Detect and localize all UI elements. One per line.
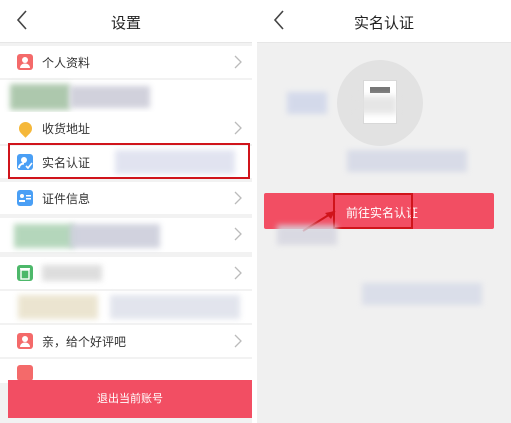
id-card-icon	[17, 190, 33, 206]
settings-item-rate-us[interactable]: 亲，给个好评吧	[0, 325, 252, 357]
person-icon	[17, 54, 33, 70]
pixelated-block	[287, 92, 327, 114]
settings-item-id-info[interactable]: 证件信息	[0, 182, 252, 214]
pixelated-block	[70, 224, 160, 248]
trash-icon	[17, 265, 33, 281]
settings-item-label: 收货地址	[42, 122, 91, 136]
settings-item-profile[interactable]: 个人资料	[0, 46, 252, 78]
pixelated-block	[10, 84, 70, 110]
pixelated-block	[362, 283, 482, 305]
location-pin-icon	[16, 119, 35, 138]
real-name-navbar: 实名认证	[257, 0, 511, 43]
settings-screen: 设置 个人资料 收货地址 实名认证 证件信息 亲，给个好评吧 退出当前账号	[0, 0, 252, 423]
pixelated-block	[347, 150, 467, 172]
person-icon	[17, 333, 33, 349]
pixelated-block	[18, 295, 98, 319]
logout-button[interactable]: 退出当前账号	[8, 380, 252, 418]
settings-item-address[interactable]: 收货地址	[0, 112, 252, 144]
settings-item-label: 证件信息	[42, 192, 91, 206]
info-icon	[17, 365, 33, 381]
highlight-box	[333, 193, 413, 229]
pixelated-block	[14, 224, 74, 248]
chevron-right-icon	[234, 265, 242, 280]
pixelated-block	[110, 295, 240, 319]
chevron-right-icon	[234, 226, 242, 241]
settings-navbar: 设置	[0, 0, 252, 43]
settings-item-obscured[interactable]	[0, 80, 252, 112]
settings-item-label: 亲，给个好评吧	[42, 335, 127, 349]
chevron-right-icon	[234, 120, 242, 135]
pixelated-block	[277, 225, 337, 245]
settings-item-label: 个人资料	[42, 56, 91, 70]
settings-item-obscured[interactable]	[0, 291, 252, 323]
pixelated-block	[42, 265, 102, 281]
pixelated-block	[357, 96, 397, 114]
settings-item-obscured[interactable]	[0, 218, 252, 252]
chevron-right-icon	[234, 333, 242, 348]
chevron-right-icon	[234, 190, 242, 205]
settings-item-clear-cache[interactable]	[0, 257, 252, 289]
page-title: 设置	[110, 14, 141, 32]
chevron-right-icon	[234, 54, 242, 69]
highlight-box	[8, 143, 250, 179]
real-name-screen: 实名认证 前往实名认证	[257, 0, 511, 423]
pixelated-block	[70, 86, 150, 108]
page-title: 实名认证	[353, 14, 414, 32]
